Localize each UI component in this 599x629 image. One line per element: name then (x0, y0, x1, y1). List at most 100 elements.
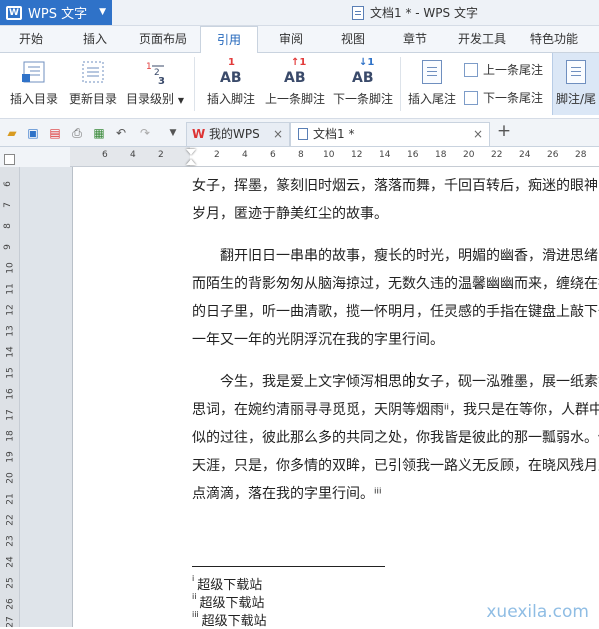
tab-developer-tools[interactable]: 开发工具 (450, 26, 514, 53)
ribbon-separator (194, 57, 195, 111)
body-text-line[interactable]: 一年又一年的光阴浮沉在我的字里行间。 (192, 329, 444, 349)
close-icon[interactable]: × (273, 123, 283, 145)
tab-insert[interactable]: 插入 (70, 26, 120, 53)
chevron-down-icon: ▼ (99, 7, 106, 17)
body-text-line[interactable]: 天涯，只是，你多情的双眸，已引领我一路义无反顾，在晓风残月里 (192, 455, 599, 475)
quick-access-bar: ▰ ▣ ▤ ⎙ ▦ ↶ ↷ ▼ W 我的WPS × 文档1 * × + (0, 119, 599, 147)
export-pdf-icon[interactable]: ▤ (48, 126, 62, 140)
tab-chapter[interactable]: 章节 (390, 26, 440, 53)
ruler-tick-label: 20 (5, 472, 16, 484)
tab-home[interactable]: 开始 (6, 26, 56, 53)
insert-endnote-label: 插入尾注 (407, 92, 456, 106)
save-icon[interactable]: ▣ (26, 126, 40, 140)
body-text-line[interactable]: 似的过往，彼此那么多的共同之处，你我皆是彼此的那一瓢弱水。你 (192, 427, 599, 447)
tab-review[interactable]: 审阅 (266, 26, 316, 53)
ruler-tick-label: 11 (5, 283, 16, 295)
new-tab-plus-icon[interactable]: + (496, 123, 512, 140)
body-text-line[interactable]: 思词，在婉约清丽寻寻觅觅，天阴等烟雨ⁱⁱ，我只是在等你，人群中 (192, 399, 599, 419)
open-folder-icon[interactable]: ▰ (5, 126, 19, 140)
tab-references[interactable]: 引用 (200, 26, 258, 54)
insert-toc-icon (21, 59, 47, 85)
next-footnote-label: 下一条脚注 (332, 92, 393, 106)
wps-logo-icon: W (6, 5, 22, 20)
next-endnote-button[interactable]: 下一条尾注 (464, 89, 543, 106)
insert-toc-button[interactable]: 插入目录 (4, 53, 64, 115)
body-text-line[interactable]: 的日子里，听一曲清歌，揽一怀明月，任灵感的手指在键盘上敲下一 (192, 301, 599, 321)
previous-footnote-button[interactable]: ↑1 AB 上一条脚注 (262, 53, 328, 115)
ruler-tick-label: 9 (2, 244, 13, 250)
document-page[interactable] (72, 167, 599, 627)
insert-endnote-button[interactable]: 插入尾注 (404, 53, 460, 115)
footnote-item[interactable]: i 超级下载站 (192, 574, 262, 593)
ruler-tick-label: 18 (5, 430, 16, 442)
tab-page-layout[interactable]: 页面布局 (132, 26, 194, 53)
ruler-tick-label: 28 (575, 150, 587, 160)
insert-endnote-icon (419, 59, 445, 85)
update-toc-label: 更新目录 (68, 92, 117, 106)
body-text-line[interactable]: 点滴滴，落在我的字里行间。ⁱⁱⁱ (192, 483, 382, 503)
vertical-ruler[interactable]: 6 7 8 9 10 11 12 13 14 15 16 17 18 19 20… (0, 167, 20, 628)
undo-icon[interactable]: ↶ (114, 126, 128, 140)
ruler-tick-label: 6 (270, 150, 276, 160)
tab-stop-selector[interactable] (4, 154, 15, 165)
ruler-tick-label: 2 (158, 150, 164, 160)
body-text-line[interactable]: 而陌生的背影匆匆从脑海掠过，无数久违的温馨幽幽而来，缠绕在指 (192, 273, 599, 293)
ruler-tick-label: 22 (491, 150, 503, 160)
body-text-line[interactable]: 今生，我是爱上文字倾泻相思的女子，砚一泓雅墨，展一纸素笺 (192, 371, 599, 391)
update-toc-button[interactable]: 更新目录 (64, 53, 122, 115)
footnote-mark: ii (192, 592, 197, 601)
ruler-tick-label: 14 (379, 150, 391, 160)
print-preview-icon[interactable]: ▦ (92, 126, 106, 140)
ruler-tick-label: 24 (5, 556, 16, 568)
footnote-mark: iii (192, 610, 199, 619)
body-text-line[interactable]: 岁月，匿迹于静美红尘的故事。 (192, 203, 388, 223)
document-icon (352, 5, 364, 20)
body-text-line[interactable]: 翻开旧日一串串的故事，瘦长的时光，明媚的幽香，滑进思绪中 (192, 245, 599, 265)
footnote-item[interactable]: iii 超级下载站 (192, 610, 267, 629)
footnote-text: 超级下载站 (197, 578, 263, 593)
ruler-tick-label: 8 (2, 223, 13, 229)
redo-icon[interactable]: ↷ (138, 126, 152, 140)
window-title: 文档1 * - WPS 文字 (352, 4, 478, 21)
wps-app-menu-button[interactable]: W WPS 文字 ▼ (0, 0, 112, 25)
ruler-tick-label: 25 (5, 577, 16, 589)
body-text-line[interactable]: 女子，挥墨，篆刻旧时烟云，落落而舞，千回百转后，痴迷的眼神， (192, 175, 599, 195)
ruler-tick-label: 16 (407, 150, 419, 160)
tab-special-features[interactable]: 特色功能 (522, 26, 586, 53)
ruler-tick-label: 2 (214, 150, 220, 160)
ruler-tick-label: 17 (5, 409, 16, 421)
insert-footnote-button[interactable]: 1 AB 插入脚注 (200, 53, 262, 115)
hanging-indent-marker[interactable] (186, 159, 196, 165)
ruler-tick-label: 16 (5, 388, 16, 400)
ruler-tick-label: 12 (351, 150, 363, 160)
customize-dropdown-icon[interactable]: ▼ (166, 126, 180, 140)
title-bar: W WPS 文字 ▼ 文档1 * - WPS 文字 (0, 0, 599, 26)
ruler-tick-label: 20 (463, 150, 475, 160)
footnote-text: 超级下载站 (199, 596, 265, 611)
insert-footnote-label: 插入脚注 (206, 92, 255, 106)
horizontal-ruler-text-area[interactable]: 2 4 6 8 10 12 14 16 18 20 22 24 26 28 (190, 147, 599, 167)
close-icon[interactable]: × (473, 123, 483, 145)
footnote-endnote-button[interactable]: 脚注/尾 (552, 53, 599, 115)
doc-tab-label: 我的WPS (209, 127, 260, 141)
ruler-tick-label: 26 (5, 598, 16, 610)
footnote-item[interactable]: ii 超级下载站 (192, 592, 264, 611)
toc-level-text: 目录级别 (126, 92, 175, 106)
tab-view[interactable]: 视图 (328, 26, 378, 53)
toc-level-button[interactable]: 123 目录级别 ▼ (122, 53, 188, 115)
previous-footnote-icon: ↑1 AB (284, 57, 307, 86)
footnote-endnote-label: 脚注/尾 (556, 92, 597, 106)
ruler-tick-label: 7 (2, 202, 13, 208)
ribbon-tab-bar: 开始 插入 页面布局 引用 审阅 视图 章节 开发工具 特色功能 (0, 26, 599, 54)
previous-endnote-button[interactable]: 上一条尾注 (464, 61, 543, 78)
doc-tab-document1[interactable]: 文档1 * × (290, 122, 490, 146)
site-watermark: xuexila.com (486, 602, 589, 622)
first-line-indent-marker[interactable] (186, 149, 196, 155)
page-gutter (20, 167, 72, 627)
print-icon[interactable]: ⎙ (70, 126, 84, 140)
toc-level-label: 目录级别 ▼ (122, 90, 188, 107)
ruler-tick-label: 6 (2, 181, 13, 187)
next-footnote-button[interactable]: ↓1 AB 下一条脚注 (330, 53, 396, 115)
doc-tab-my-wps[interactable]: W 我的WPS × (186, 122, 290, 146)
insert-footnote-icon: 1 AB (220, 57, 242, 86)
